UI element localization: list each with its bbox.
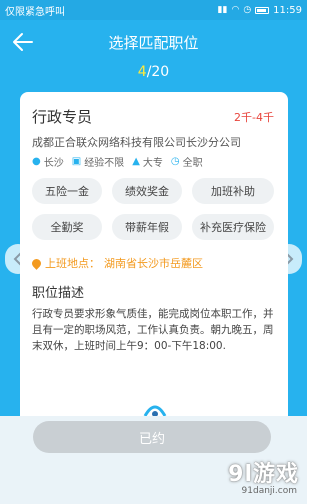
benefit-tag: 绩效奖金 xyxy=(112,178,182,204)
counter-current: 4 xyxy=(137,64,147,80)
watermark-logo: 9l游戏 xyxy=(228,462,299,487)
job-counter: 4/20 xyxy=(0,64,307,84)
benefit-tag: 加班补助 xyxy=(192,178,274,204)
salary: 2千-4千 xyxy=(234,111,274,124)
tag-label: 长沙 xyxy=(43,158,64,169)
status-bar: 仅限紧急呼叫 ▮▮ ◠ ◷ 11:59 xyxy=(0,0,307,20)
clock-icon: ◷ xyxy=(170,156,180,167)
location-label: 上班地点： xyxy=(45,257,100,270)
benefits-grid: 五险一金 绩效奖金 加班补助 全勤奖 带薪年假 补充医疗保险 xyxy=(32,178,278,240)
benefit-tag: 补充医疗保险 xyxy=(192,214,274,240)
counter-total: /20 xyxy=(146,64,170,80)
page-title: 选择匹配职位 xyxy=(108,33,199,52)
carrier-text: 仅限紧急呼叫 xyxy=(5,6,65,18)
job-title: 行政专员 xyxy=(32,108,93,126)
tag-experience: ▣ 经验不限 xyxy=(72,154,124,169)
tag-label: 经验不限 xyxy=(84,158,125,169)
job-tags: ● 长沙 ▣ 经验不限 ▲ 大专 ◷ 全职 xyxy=(32,154,203,169)
benefit-tag: 带薪年假 xyxy=(112,214,182,240)
benefit-tag: 全勤奖 xyxy=(32,214,102,240)
applied-button[interactable]: 已约 xyxy=(33,421,271,453)
tag-label: 大专 xyxy=(142,158,163,169)
location-icon: ● xyxy=(32,156,41,167)
tag-label: 全职 xyxy=(182,158,203,169)
job-card: 行政专员 2千-4千 成都正合联众网络科技有限公司长沙分公司 ● 长沙 ▣ 经验… xyxy=(20,92,288,472)
briefcase-icon: ▣ xyxy=(71,156,82,167)
tag-type: ◷ 全职 xyxy=(171,154,203,169)
map-pin-icon xyxy=(30,256,43,270)
description-heading: 职位描述 xyxy=(32,286,85,301)
arrow-left-icon[interactable] xyxy=(12,32,34,52)
company-name: 成都正合联众网络科技有限公司长沙分公司 xyxy=(32,136,241,149)
location-value: 湖南省长沙市岳麓区 xyxy=(104,257,203,270)
tag-education: ▲ 大专 xyxy=(132,154,163,169)
graduation-cap-icon: ▲ xyxy=(132,156,140,167)
signal-icon: ▮▮ xyxy=(217,4,228,15)
watermark-url: 91danji.com xyxy=(241,486,297,496)
clock-time: 11:59 xyxy=(273,4,302,16)
battery-icon xyxy=(255,6,270,14)
alarm-icon: ◷ xyxy=(243,4,252,15)
description-text: 行政专员要求形象气质佳，能完成岗位本职工作，并且有一定的职场风范，工作认真负责。… xyxy=(32,308,274,352)
app-header: 选择匹配职位 xyxy=(0,20,307,64)
wifi-icon: ◠ xyxy=(231,4,240,15)
tag-city: ● 长沙 xyxy=(32,154,64,169)
benefit-tag: 五险一金 xyxy=(32,178,102,204)
work-location: 上班地点： 湖南省长沙市岳麓区 xyxy=(30,255,203,271)
status-icons: ▮▮ ◠ ◷ 11:59 xyxy=(218,5,302,16)
